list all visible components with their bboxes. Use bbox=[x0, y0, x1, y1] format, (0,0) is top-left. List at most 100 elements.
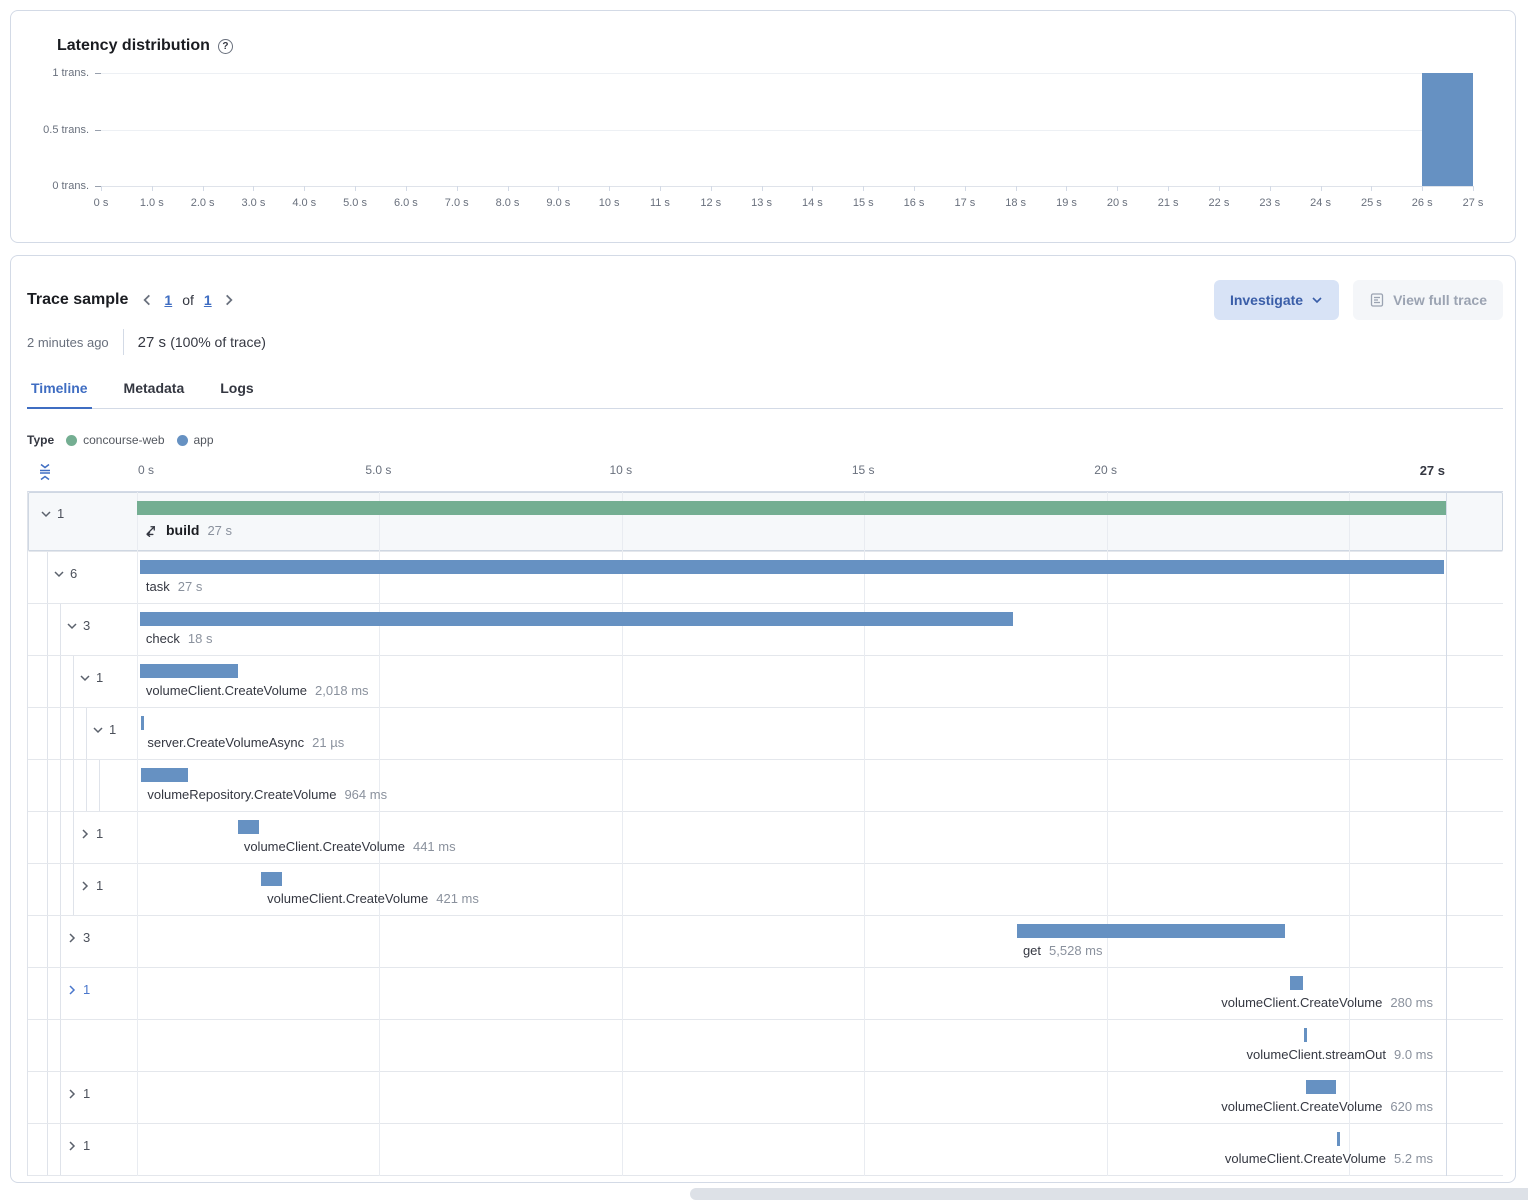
span-bar[interactable] bbox=[140, 560, 1444, 574]
chevron-down-icon bbox=[66, 620, 78, 632]
waterfall-row[interactable]: 1volumeClient.CreateVolume5.2 ms bbox=[28, 1124, 1503, 1176]
waterfall-row[interactable]: volumeRepository.CreateVolume 964 ms bbox=[28, 760, 1503, 812]
tab-metadata[interactable]: Metadata bbox=[120, 372, 189, 408]
indent-guide bbox=[47, 1072, 48, 1123]
span-bar[interactable] bbox=[140, 612, 1013, 626]
divider bbox=[123, 329, 124, 355]
waterfall-row[interactable]: 1volumeClient.CreateVolume421 ms bbox=[28, 864, 1503, 916]
expand-toggle[interactable]: 1 bbox=[79, 670, 103, 685]
expand-toggle[interactable]: 3 bbox=[66, 930, 90, 945]
investigate-button[interactable]: Investigate bbox=[1214, 280, 1339, 320]
x-axis-label: 12 s bbox=[700, 197, 721, 209]
tab-logs[interactable]: Logs bbox=[216, 372, 257, 408]
span-name: volumeClient.CreateVolume bbox=[1221, 995, 1382, 1010]
ruler-label: 0 s bbox=[138, 463, 154, 477]
expand-toggle[interactable]: 3 bbox=[66, 618, 90, 633]
span-bar[interactable] bbox=[141, 716, 144, 730]
x-axis-label: 10 s bbox=[599, 197, 620, 209]
span-name: volumeRepository.CreateVolume bbox=[147, 787, 336, 802]
span-name: build bbox=[166, 522, 199, 538]
expand-toggle[interactable]: 1 bbox=[66, 982, 90, 997]
total-page-link[interactable]: 1 bbox=[204, 292, 212, 308]
span-bar[interactable] bbox=[1337, 1132, 1340, 1146]
waterfall-row[interactable]: 1server.CreateVolumeAsync21 µs bbox=[28, 708, 1503, 760]
indent-guide bbox=[73, 864, 74, 915]
span-bar[interactable] bbox=[238, 820, 259, 834]
x-axis-tick bbox=[1016, 186, 1017, 191]
span-bar[interactable] bbox=[140, 664, 238, 678]
span-label: build 27 s bbox=[143, 522, 232, 538]
x-axis-label: 3.0 s bbox=[242, 197, 266, 209]
waterfall-row[interactable]: 6task27 s bbox=[28, 552, 1503, 604]
span-bar[interactable] bbox=[137, 501, 1446, 515]
span-duration: 280 ms bbox=[1390, 995, 1433, 1010]
child-count: 3 bbox=[83, 930, 90, 945]
collapse-all-button[interactable] bbox=[33, 459, 57, 485]
span-duration: 5,528 ms bbox=[1049, 943, 1102, 958]
span-bar[interactable] bbox=[261, 872, 281, 886]
latency-histogram: 1 trans.0.5 trans.0 trans.0 s1.0 s2.0 s3… bbox=[101, 73, 1473, 186]
expand-toggle[interactable]: 1 bbox=[40, 506, 64, 521]
span-bar[interactable] bbox=[1290, 976, 1304, 990]
fold-icon bbox=[37, 463, 53, 481]
expand-toggle[interactable]: 1 bbox=[79, 878, 103, 893]
waterfall-row[interactable]: 1 volumeClient.CreateVolume620 ms bbox=[28, 1072, 1503, 1124]
legend-label: concourse-web bbox=[83, 433, 164, 447]
investigate-label: Investigate bbox=[1230, 292, 1303, 308]
y-axis-tick bbox=[95, 73, 101, 74]
x-axis-label: 13 s bbox=[751, 197, 772, 209]
indent-guide bbox=[47, 916, 48, 967]
horizontal-scrollbar[interactable] bbox=[690, 1188, 1528, 1200]
waterfall-row[interactable]: 3check18 s bbox=[28, 604, 1503, 656]
trace-merge-icon bbox=[143, 523, 158, 538]
waterfall-row[interactable]: 1 volumeClient.CreateVolume 280 ms bbox=[28, 968, 1503, 1020]
expand-toggle[interactable]: 1 bbox=[79, 826, 103, 841]
x-axis-tick bbox=[711, 186, 712, 191]
chevron-right-icon bbox=[66, 1140, 78, 1152]
span-duration: 964 ms bbox=[344, 787, 387, 802]
expand-toggle[interactable]: 1 bbox=[66, 1138, 90, 1153]
x-axis-label: 14 s bbox=[802, 197, 823, 209]
indent-guide bbox=[47, 708, 48, 759]
tab-timeline[interactable]: Timeline bbox=[27, 372, 92, 408]
span-duration: 441 ms bbox=[413, 839, 456, 854]
current-page-link[interactable]: 1 bbox=[164, 292, 172, 308]
chevron-left-icon[interactable] bbox=[140, 293, 154, 307]
span-bar[interactable] bbox=[141, 768, 188, 782]
question-circle-icon[interactable]: ? bbox=[218, 39, 233, 54]
span-label: volumeClient.CreateVolume620 ms bbox=[1221, 1099, 1433, 1114]
expand-toggle[interactable]: 6 bbox=[53, 566, 77, 581]
view-full-trace-button[interactable]: View full trace bbox=[1353, 280, 1503, 320]
chevron-right-icon bbox=[66, 984, 78, 996]
histogram-bar[interactable] bbox=[1422, 73, 1473, 186]
waterfall-row[interactable]: 1 build 27 s bbox=[28, 492, 1503, 552]
span-bar[interactable] bbox=[1304, 1028, 1307, 1042]
indent-guide bbox=[99, 760, 100, 811]
chevron-down-icon bbox=[79, 672, 91, 684]
view-full-trace-label: View full trace bbox=[1393, 292, 1487, 308]
waterfall-row[interactable]: 1volumeClient.CreateVolume2,018 ms bbox=[28, 656, 1503, 708]
span-duration: 27 s bbox=[207, 523, 232, 538]
expand-toggle[interactable]: 1 bbox=[66, 1086, 90, 1101]
span-duration: 620 ms bbox=[1390, 1099, 1433, 1114]
child-count: 1 bbox=[96, 878, 103, 893]
waterfall-row[interactable]: volumeClient.streamOut9.0 ms bbox=[28, 1020, 1503, 1072]
expand-toggle[interactable]: 1 bbox=[92, 722, 116, 737]
waterfall-row[interactable]: 3get5,528 ms bbox=[28, 916, 1503, 968]
x-axis-tick bbox=[1066, 186, 1067, 191]
timeline-gridline bbox=[1349, 492, 1350, 1176]
indent-guide bbox=[47, 604, 48, 655]
timeline-gridline bbox=[622, 492, 623, 1176]
x-axis-tick bbox=[1473, 186, 1474, 191]
waterfall-row[interactable]: 1volumeClient.CreateVolume441 ms bbox=[28, 812, 1503, 864]
span-bar[interactable] bbox=[1306, 1080, 1336, 1094]
latency-distribution-panel: Latency distribution ? 1 trans.0.5 trans… bbox=[10, 10, 1516, 243]
span-bar[interactable] bbox=[1017, 924, 1285, 938]
child-count: 1 bbox=[57, 506, 64, 521]
x-axis-label: 0 s bbox=[94, 197, 109, 209]
indent-guide bbox=[60, 656, 61, 707]
x-axis-label: 27 s bbox=[1463, 197, 1484, 209]
chevron-right-icon[interactable] bbox=[222, 293, 236, 307]
x-axis-label: 1.0 s bbox=[140, 197, 164, 209]
ruler-label: 20 s bbox=[1094, 463, 1117, 477]
